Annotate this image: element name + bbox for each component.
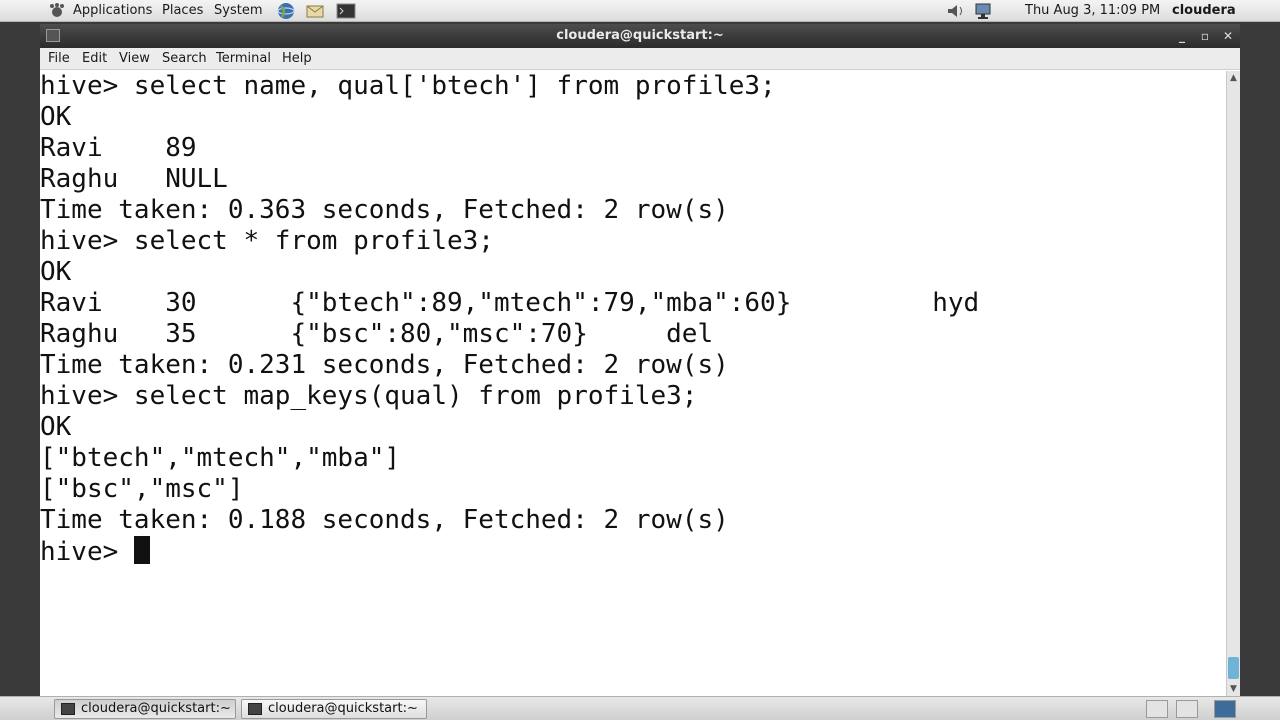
email-client-icon[interactable] bbox=[305, 2, 325, 20]
terminal-line: Time taken: 0.231 seconds, Fetched: 2 ro… bbox=[40, 350, 729, 380]
clock[interactable]: Thu Aug 3, 11:09 PM bbox=[1025, 3, 1160, 18]
menu-places[interactable]: Places bbox=[162, 3, 203, 18]
terminal-icon bbox=[61, 703, 75, 715]
menu-system[interactable]: System bbox=[214, 3, 262, 18]
menu-terminal[interactable]: Terminal bbox=[216, 51, 271, 66]
minimize-icon[interactable]: _ bbox=[1172, 24, 1192, 48]
workspace-2-button[interactable] bbox=[1176, 700, 1198, 718]
menu-view[interactable]: View bbox=[119, 51, 150, 66]
taskbar-item[interactable]: cloudera@quickstart:~ bbox=[54, 699, 236, 719]
terminal-line: Time taken: 0.188 seconds, Fetched: 2 ro… bbox=[40, 505, 729, 535]
window-menu-icon[interactable] bbox=[46, 29, 60, 42]
menu-file[interactable]: File bbox=[48, 51, 70, 66]
menu-edit[interactable]: Edit bbox=[82, 51, 107, 66]
show-desktop-button[interactable] bbox=[1214, 700, 1236, 718]
terminal-line: Raghu NULL bbox=[40, 164, 228, 194]
gnome-foot-icon[interactable] bbox=[48, 3, 66, 19]
terminal-line: Ravi 30 {"btech":89,"mtech":79,"mba":60}… bbox=[40, 288, 980, 318]
terminal-line: Ravi 89 bbox=[40, 133, 197, 163]
top-panel: Applications Places System Thu Aug 3, 11… bbox=[0, 0, 1280, 22]
terminal-line: hive> select map_keys(qual) from profile… bbox=[40, 381, 698, 411]
volume-icon[interactable] bbox=[946, 3, 966, 19]
terminal-line: hive> select name, qual['btech'] from pr… bbox=[40, 71, 776, 101]
terminal-line: Raghu 35 {"bsc":80,"msc":70} del bbox=[40, 319, 714, 349]
scroll-down-icon[interactable]: ▼ bbox=[1227, 682, 1240, 696]
terminal-line: OK bbox=[40, 412, 72, 442]
taskbar-item-label: cloudera@quickstart:~ bbox=[268, 701, 418, 716]
window-titlebar[interactable]: cloudera@quickstart:~ _ ▫ ✕ bbox=[40, 24, 1240, 48]
terminal-line: hive> select * from profile3; bbox=[40, 226, 494, 256]
taskbar-item-label: cloudera@quickstart:~ bbox=[81, 701, 231, 716]
window-title: cloudera@quickstart:~ bbox=[556, 28, 724, 43]
terminal-icon bbox=[248, 703, 262, 715]
workspace-1-button[interactable] bbox=[1146, 700, 1168, 718]
close-icon[interactable]: ✕ bbox=[1218, 24, 1238, 48]
network-icon[interactable] bbox=[973, 2, 995, 20]
terminal-line: ["bsc","msc"] bbox=[40, 474, 244, 504]
scrollbar[interactable]: ▲ ▼ bbox=[1226, 71, 1240, 696]
web-browser-icon[interactable] bbox=[276, 2, 296, 20]
bottom-panel: cloudera@quickstart:~ cloudera@quickstar… bbox=[0, 696, 1280, 720]
menu-search[interactable]: Search bbox=[162, 51, 207, 66]
terminal-line: Time taken: 0.363 seconds, Fetched: 2 ro… bbox=[40, 195, 729, 225]
terminal-line: OK bbox=[40, 102, 72, 132]
scroll-up-icon[interactable]: ▲ bbox=[1227, 71, 1240, 85]
scroll-thumb[interactable] bbox=[1228, 657, 1239, 679]
terminal-line: OK bbox=[40, 257, 72, 287]
terminal-output[interactable]: hive> select name, qual['btech'] from pr… bbox=[40, 71, 1226, 696]
menu-applications[interactable]: Applications bbox=[73, 3, 152, 18]
terminal-launcher-icon[interactable] bbox=[336, 2, 356, 20]
maximize-icon[interactable]: ▫ bbox=[1195, 24, 1215, 48]
terminal-line: ["btech","mtech","mba"] bbox=[40, 443, 401, 473]
menu-bar: File Edit View Search Terminal Help bbox=[40, 48, 1240, 70]
terminal-window: cloudera@quickstart:~ _ ▫ ✕ File Edit Vi… bbox=[40, 24, 1240, 696]
text-cursor bbox=[133, 536, 150, 564]
user-menu[interactable]: cloudera bbox=[1172, 3, 1236, 18]
taskbar-item[interactable]: cloudera@quickstart:~ bbox=[241, 699, 427, 719]
prompt-line[interactable]: hive> bbox=[40, 536, 150, 567]
prompt: hive> bbox=[40, 537, 134, 567]
menu-help[interactable]: Help bbox=[282, 51, 312, 66]
